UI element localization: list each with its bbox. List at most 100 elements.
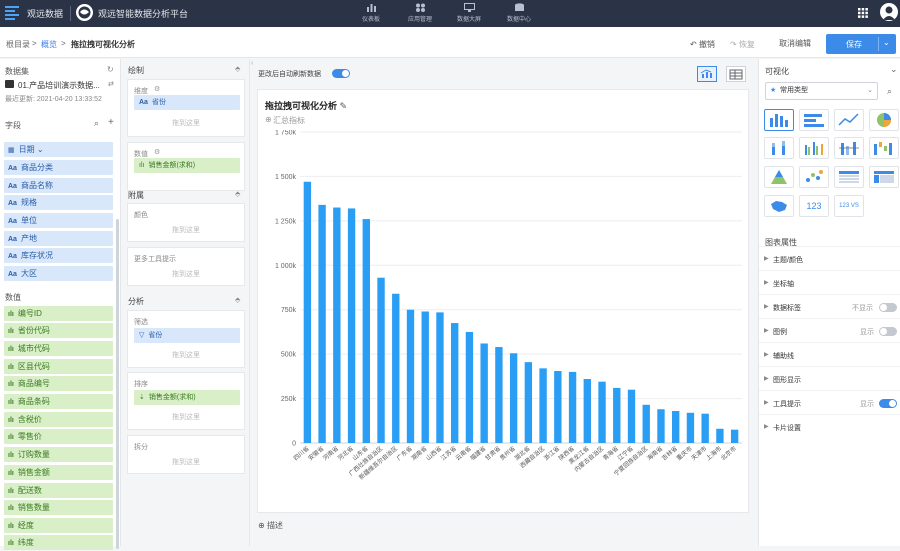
- settings-icon[interactable]: ⚙: [154, 148, 160, 156]
- chart-type-number[interactable]: 123: [799, 195, 829, 217]
- field-measure[interactable]: ılı 销售数量: [4, 500, 113, 515]
- chart-type-pivot-table[interactable]: [869, 166, 899, 188]
- switch-dataset-icon[interactable]: ⇄: [108, 80, 114, 88]
- field-dimension[interactable]: Aa 库存状况: [4, 248, 113, 263]
- field-measure[interactable]: ılı 省份代码: [4, 323, 113, 338]
- field-dimension[interactable]: Aa 大区: [4, 266, 113, 281]
- field-dimension[interactable]: Aa 规格: [4, 195, 113, 210]
- field-dimension[interactable]: Aa 商品名称: [4, 178, 113, 193]
- description-section[interactable]: ⊕ 描述: [258, 520, 283, 531]
- redo-button[interactable]: ↷ 恢复: [730, 39, 755, 50]
- chart-type-waterfall[interactable]: [869, 137, 899, 159]
- sort-dropzone[interactable]: 排序 ⇣ 销售金额(求和) 拖到这里: [127, 372, 245, 430]
- chart-card[interactable]: 拖拉拽可视化分析 ✎ ⊕ 汇总指标 0 250k 500k 750k 1 000k 1 2…: [257, 89, 749, 513]
- field-dimension[interactable]: Aa 单位: [4, 213, 113, 228]
- chart-title[interactable]: 拖拉拽可视化分析 ✎: [265, 99, 347, 112]
- nav-screen[interactable]: 数据大屏: [449, 2, 489, 26]
- add-field-icon[interactable]: +: [108, 117, 114, 128]
- dataset-name[interactable]: 01.产品培训演示数据...: [18, 80, 100, 91]
- field-measure[interactable]: ılı 经度: [4, 518, 113, 533]
- field-measure[interactable]: ılı 含税价: [4, 412, 113, 427]
- color-dropzone[interactable]: 颜色 拖到这里: [127, 203, 245, 242]
- chart-type-grouped-bar[interactable]: [799, 137, 829, 159]
- undo-button[interactable]: ↶ 撤销: [690, 39, 715, 50]
- chart-type-bar-compare[interactable]: [834, 137, 864, 159]
- prop-guide-line[interactable]: ▶ 辅助线: [759, 342, 900, 366]
- prop-shape-display[interactable]: ▶ 图形显示: [759, 366, 900, 390]
- field-measure[interactable]: ılı 商品编号: [4, 376, 113, 391]
- collapse-icon[interactable]: ⬘: [235, 296, 240, 304]
- field-measure[interactable]: ılı 配送数: [4, 483, 113, 498]
- legend-toggle[interactable]: [879, 327, 897, 336]
- breadcrumb-parent[interactable]: 概览: [41, 39, 57, 50]
- field-measure[interactable]: ılı 编号ID: [4, 306, 113, 321]
- prop-data-label[interactable]: ▶ 数据标签 不显示: [759, 294, 900, 318]
- refresh-icon[interactable]: ↻: [107, 65, 114, 74]
- table-view-button[interactable]: [726, 66, 746, 82]
- prop-axis[interactable]: ▶ 坐标轴: [759, 270, 900, 294]
- split-dropzone[interactable]: 拆分 拖到这里: [127, 435, 245, 474]
- settings-icon[interactable]: ⚙: [154, 85, 160, 93]
- collapse-icon[interactable]: ⬘: [235, 65, 240, 73]
- measure-icon: ılı: [8, 311, 14, 318]
- breadcrumb-root[interactable]: 根目录: [6, 39, 30, 50]
- field-measure[interactable]: ılı 商品条码: [4, 394, 113, 409]
- prop-tooltip[interactable]: ▶ 工具提示 显示: [759, 390, 900, 414]
- chart-type-pie[interactable]: [869, 109, 899, 131]
- summary-metric-label[interactable]: 汇总指标: [273, 115, 305, 126]
- search-icon[interactable]: ⌕: [887, 86, 892, 97]
- field-measure[interactable]: ılı 零售价: [4, 429, 113, 444]
- app-grid-icon[interactable]: [858, 8, 868, 18]
- prop-legend[interactable]: ▶ 图例 显示: [759, 318, 900, 342]
- chart-type-horizontal-bar[interactable]: [799, 109, 829, 131]
- chart-type-line[interactable]: [834, 109, 864, 131]
- field-dimension[interactable]: ▦ 日期 ⌄: [4, 142, 113, 157]
- dimension-dropzone[interactable]: 维度 ⚙ Aa 省份 拖到这里: [127, 79, 245, 137]
- chart-type-table[interactable]: [834, 166, 864, 188]
- field-dimension[interactable]: Aa 商品分类: [4, 160, 113, 175]
- value-dropzone[interactable]: 数值 ⚙ ılı 销售金额(求和): [127, 142, 245, 191]
- prop-card-settings[interactable]: ▶ 卡片设置: [759, 414, 900, 438]
- cancel-edit-button[interactable]: 取消编辑: [768, 35, 822, 53]
- chart-type-compare[interactable]: 123 VS: [834, 195, 864, 217]
- chart-type-bar[interactable]: [764, 109, 794, 131]
- nav-dashboard[interactable]: 仪表板: [351, 2, 391, 26]
- x-tick-label: 贵州省: [498, 444, 517, 462]
- filter-dropzone[interactable]: 筛选 ▽ 省份 拖到这里: [127, 310, 245, 368]
- search-icon[interactable]: ⌕: [94, 118, 99, 129]
- chart-type-map[interactable]: [764, 195, 794, 217]
- field-dimension[interactable]: Aa 产地: [4, 231, 113, 246]
- edit-pencil-icon[interactable]: ✎: [340, 101, 348, 111]
- menu-logo-icon[interactable]: [5, 5, 19, 21]
- data-label-toggle[interactable]: [879, 303, 897, 312]
- analysis-section-title: 分析: [128, 297, 144, 306]
- field-measure[interactable]: ılı 城市代码: [4, 341, 113, 356]
- user-avatar[interactable]: [880, 3, 898, 21]
- tooltip-toggle[interactable]: [879, 399, 897, 408]
- collapse-icon[interactable]: ⌄: [890, 64, 898, 75]
- chart-type-select[interactable]: ★ 常用类型 ⌄: [765, 82, 878, 100]
- field-measure[interactable]: ılı 区县代码: [4, 359, 113, 374]
- filter-chip[interactable]: ▽ 省份: [134, 328, 240, 343]
- add-circle-icon[interactable]: ⊕: [265, 115, 272, 124]
- scrollbar[interactable]: [116, 219, 119, 549]
- chevron-down-icon[interactable]: ⌄: [883, 38, 890, 47]
- sort-chip[interactable]: ⇣ 销售金额(求和): [134, 390, 240, 405]
- chart-type-funnel[interactable]: [764, 166, 794, 188]
- collapse-left-icon[interactable]: ‹: [251, 60, 253, 67]
- save-button[interactable]: 保存 ⌄: [826, 34, 896, 54]
- chart-type-scatter[interactable]: [799, 166, 829, 188]
- chart-type-stacked-bar[interactable]: [764, 137, 794, 159]
- value-chip[interactable]: ılı 销售金额(求和): [134, 158, 240, 173]
- field-measure[interactable]: ılı 纬度: [4, 535, 113, 550]
- chart-view-button[interactable]: [697, 66, 717, 82]
- dimension-chip[interactable]: Aa 省份: [134, 95, 240, 110]
- collapse-icon[interactable]: ⬘: [235, 190, 240, 198]
- nav-data-center[interactable]: 数据中心: [499, 2, 539, 26]
- field-measure[interactable]: ılı 订购数量: [4, 447, 113, 462]
- auto-refresh-toggle[interactable]: [332, 69, 350, 78]
- nav-apps[interactable]: 应用管理: [400, 2, 440, 26]
- prop-theme[interactable]: ▶ 主题/颜色: [759, 246, 900, 270]
- tooltip-dropzone[interactable]: 更多工具提示 拖到这里: [127, 247, 245, 286]
- field-measure[interactable]: ılı 销售金额: [4, 465, 113, 480]
